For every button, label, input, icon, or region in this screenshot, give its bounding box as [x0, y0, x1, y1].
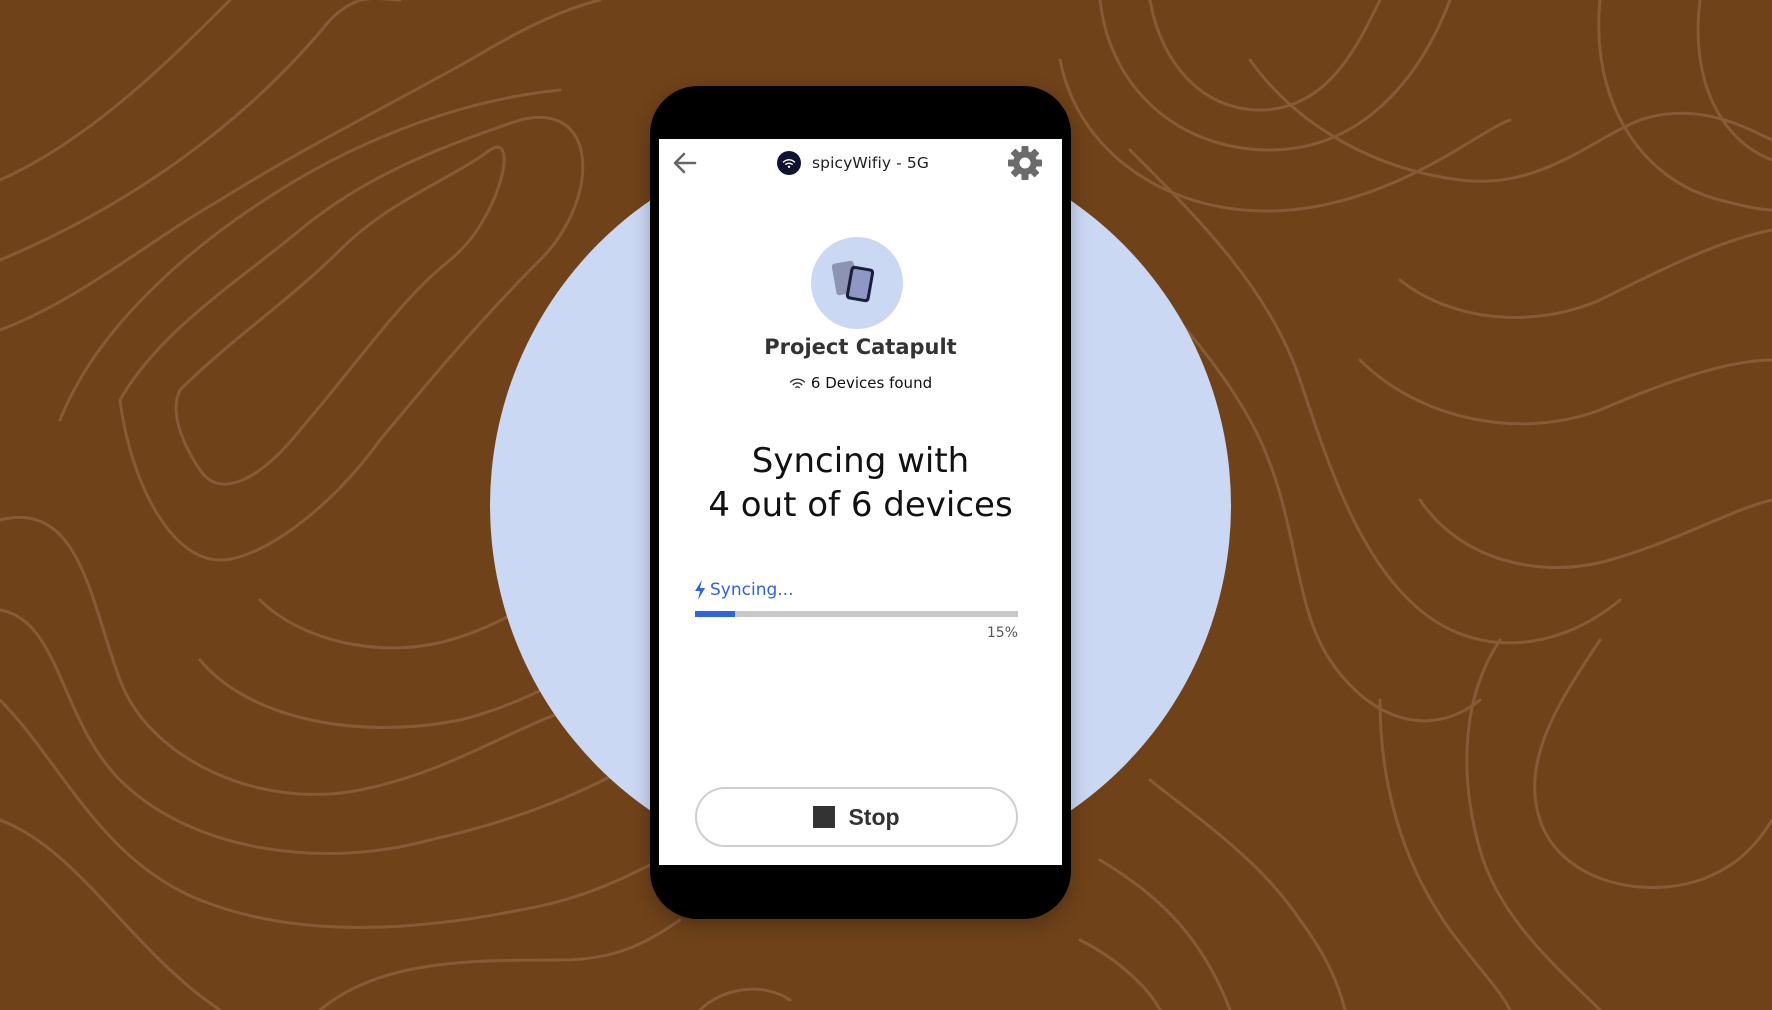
stop-button-label: Stop: [848, 803, 900, 830]
top-bar: spicyWifiy - 5G: [659, 139, 1062, 187]
progress-percentage: 15%: [986, 625, 1018, 641]
lightning-icon: [695, 580, 705, 600]
sync-heading-line1: Syncing with: [751, 441, 970, 481]
phone-screen: spicyWifiy - 5G Project Catapult 6 Devic…: [659, 139, 1062, 865]
stop-button[interactable]: Stop: [695, 787, 1018, 847]
devices-found-label: 6 Devices found: [810, 374, 933, 392]
sync-heading-line2: 4 out of 6 devices: [708, 485, 1013, 525]
network-name: spicyWifiy - 5G: [812, 154, 929, 172]
devices-found: 6 Devices found: [659, 374, 1062, 392]
wifi-icon: [789, 377, 806, 388]
wifi-icon: [777, 151, 801, 175]
back-button[interactable]: [669, 147, 701, 179]
project-name: Project Catapult: [764, 335, 957, 359]
gear-icon: [1008, 146, 1042, 180]
progress-bar-fill: [695, 611, 736, 617]
stop-icon: [813, 806, 836, 828]
sync-status: Syncing...: [694, 580, 793, 600]
arrow-left-icon: [673, 152, 697, 174]
network-indicator: spicyWifiy - 5G: [777, 150, 929, 176]
progress-bar: [695, 611, 1018, 617]
devices-icon: [831, 260, 875, 303]
sync-status-label: Syncing...: [710, 580, 794, 600]
sync-heading: Syncing with 4 out of 6 devices: [659, 439, 1062, 527]
project-avatar: [811, 237, 903, 329]
phone-frame: spicyWifiy - 5G Project Catapult 6 Devic…: [650, 86, 1071, 919]
settings-button[interactable]: [1006, 144, 1044, 182]
